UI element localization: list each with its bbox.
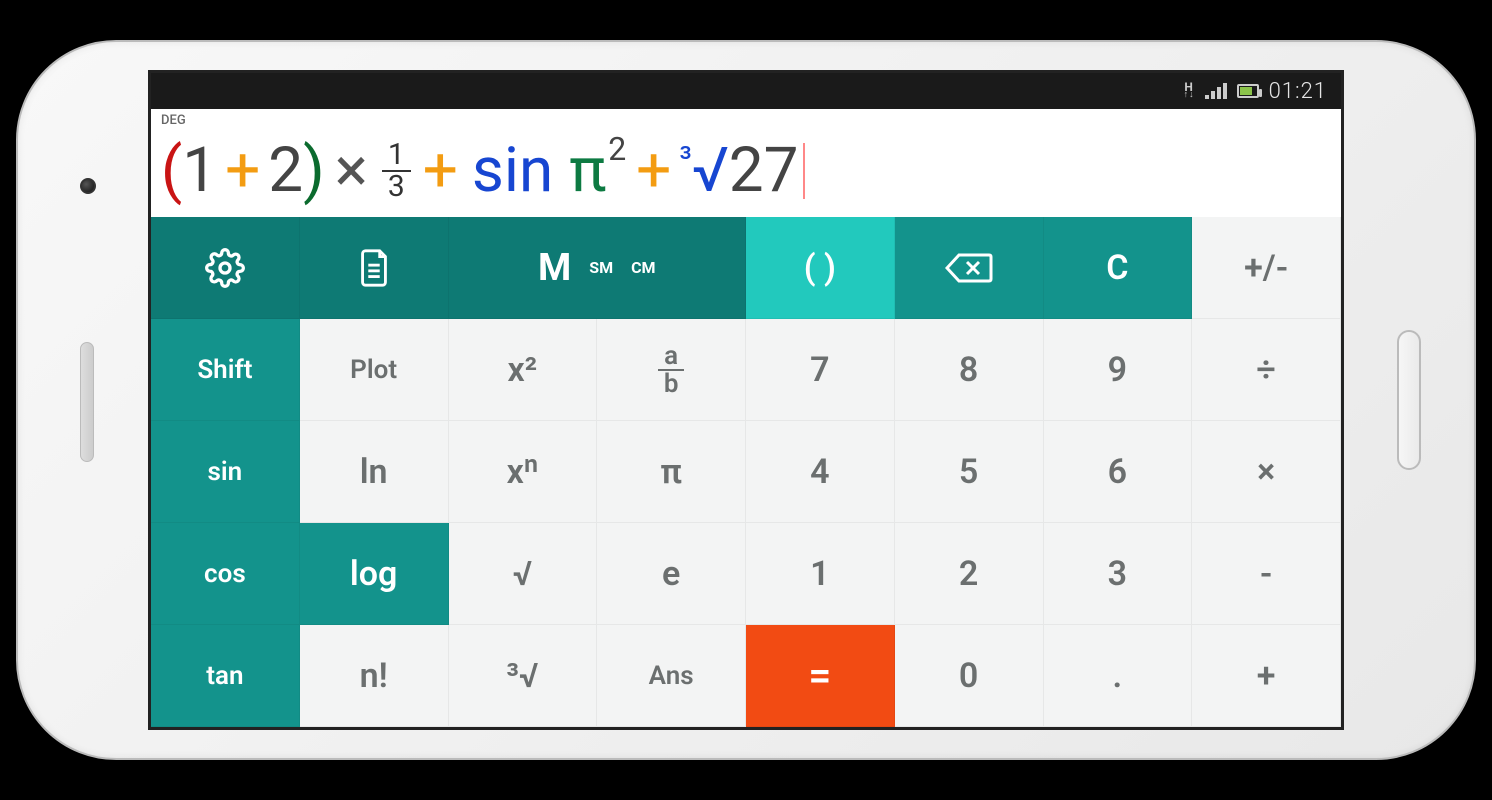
expr-pi: π xyxy=(569,134,610,207)
expr-plus: + xyxy=(628,134,679,207)
digit-4-button[interactable]: 4 xyxy=(746,421,895,523)
screen: H ↑↓ 01:21 DEG ( 1 + 2 ) × 1 3 xyxy=(148,70,1344,730)
status-bar: H ↑↓ 01:21 xyxy=(151,73,1341,109)
memory-m-label: M xyxy=(538,246,571,290)
expr-1: 1 xyxy=(182,134,217,207)
settings-button[interactable] xyxy=(151,217,300,319)
clear-button[interactable]: C xyxy=(1044,217,1193,319)
factorial-button[interactable]: n! xyxy=(300,625,449,727)
digit-7-button[interactable]: 7 xyxy=(746,319,895,421)
expr-paren-open: ( xyxy=(161,134,182,207)
home-button[interactable] xyxy=(1397,330,1421,470)
subtract-button[interactable]: - xyxy=(1192,523,1341,625)
expr-root: √ xyxy=(692,134,729,207)
e-button[interactable]: e xyxy=(597,523,746,625)
speaker-grille xyxy=(80,342,94,462)
memory-cm-label: CM xyxy=(631,258,655,277)
plot-button[interactable]: Plot xyxy=(300,319,449,421)
cursor-icon xyxy=(803,143,805,199)
tan-button[interactable]: tan xyxy=(151,625,300,727)
sin-button[interactable]: sin xyxy=(151,421,300,523)
expr-squared: 2 xyxy=(608,130,626,168)
multiply-button[interactable]: × xyxy=(1192,421,1341,523)
keypad: M SM CM ( ) C +/- Shift Plot x² a b xyxy=(151,217,1341,727)
digit-6-button[interactable]: 6 xyxy=(1044,421,1193,523)
expr-paren-close: ) xyxy=(303,134,325,207)
log-button[interactable]: log xyxy=(300,523,449,625)
x-squared-button[interactable]: x² xyxy=(449,319,598,421)
expr-plus: + xyxy=(415,134,466,207)
document-icon xyxy=(356,248,392,288)
history-button[interactable] xyxy=(300,217,449,319)
decimal-button[interactable]: . xyxy=(1044,625,1193,727)
cos-button[interactable]: cos xyxy=(151,523,300,625)
sqrt-button[interactable]: √ xyxy=(449,523,598,625)
expr-27: 27 xyxy=(729,134,799,207)
expr-sin: sin xyxy=(466,134,559,207)
phone-frame: H ↑↓ 01:21 DEG ( 1 + 2 ) × 1 3 xyxy=(16,40,1476,760)
cube-root-button[interactable]: ³√ xyxy=(449,625,598,727)
expression: ( 1 + 2 ) × 1 3 + sin π 2 + ³ √ 27 xyxy=(161,128,1331,217)
fraction-icon: a b xyxy=(658,343,685,397)
shift-button[interactable]: Shift xyxy=(151,319,300,421)
network-type-icon: H ↑↓ xyxy=(1184,83,1195,99)
divide-button[interactable]: ÷ xyxy=(1192,319,1341,421)
digit-3-button[interactable]: 3 xyxy=(1044,523,1193,625)
sign-toggle-button[interactable]: +/- xyxy=(1192,217,1341,319)
fraction-button[interactable]: a b xyxy=(597,319,746,421)
digit-5-button[interactable]: 5 xyxy=(895,421,1044,523)
expr-fraction: 1 3 xyxy=(382,140,411,202)
parens-button[interactable]: ( ) xyxy=(746,217,895,319)
digit-1-button[interactable]: 1 xyxy=(746,523,895,625)
expr-2: 2 xyxy=(268,134,303,207)
expr-plus: + xyxy=(217,134,268,207)
calculator-display[interactable]: DEG ( 1 + 2 ) × 1 3 + sin π 2 + ³ √ xyxy=(151,109,1341,217)
x-power-n-button[interactable]: xⁿ xyxy=(449,421,598,523)
expr-times: × xyxy=(325,134,378,207)
camera-icon xyxy=(80,178,96,194)
backspace-icon xyxy=(945,251,993,285)
signal-icon xyxy=(1205,83,1227,99)
equals-button[interactable]: = xyxy=(746,625,895,727)
expr-cube-index: ³ xyxy=(679,139,691,179)
digit-9-button[interactable]: 9 xyxy=(1044,319,1193,421)
backspace-button[interactable] xyxy=(895,217,1044,319)
digit-0-button[interactable]: 0 xyxy=(895,625,1044,727)
memory-sm-label: SM xyxy=(589,258,613,277)
status-time: 01:21 xyxy=(1269,79,1327,104)
ans-button[interactable]: Ans xyxy=(597,625,746,727)
gear-icon xyxy=(205,248,245,288)
memory-button[interactable]: M SM CM xyxy=(449,217,747,319)
battery-icon xyxy=(1237,84,1259,98)
digit-8-button[interactable]: 8 xyxy=(895,319,1044,421)
angle-mode-label: DEG xyxy=(161,113,1331,128)
digit-2-button[interactable]: 2 xyxy=(895,523,1044,625)
ln-button[interactable]: ln xyxy=(300,421,449,523)
add-button[interactable]: + xyxy=(1192,625,1341,727)
pi-button[interactable]: π xyxy=(597,421,746,523)
